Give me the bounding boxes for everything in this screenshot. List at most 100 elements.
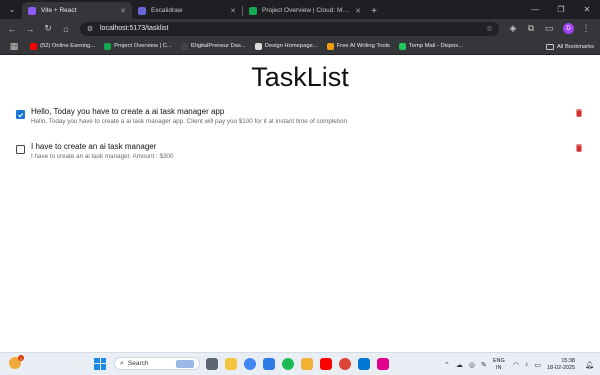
- reload-icon[interactable]: ↻: [40, 21, 56, 37]
- close-window-icon[interactable]: ✕: [574, 5, 600, 14]
- tab-close-icon[interactable]: ✕: [230, 7, 236, 15]
- vscode-icon[interactable]: [358, 357, 370, 370]
- weather-icon[interactable]: 1: [9, 355, 24, 369]
- bookmark-item[interactable]: IDigitalPreneur Das...: [180, 42, 246, 50]
- excalidraw-favicon-icon: [138, 6, 146, 15]
- page-title: TaskList: [251, 62, 349, 92]
- restore-icon[interactable]: ❐: [548, 5, 574, 14]
- task-item: Hello, Today you have to create a ai tas…: [16, 105, 588, 131]
- tab-title: Vite + React: [41, 7, 77, 14]
- youtube-icon[interactable]: [320, 357, 332, 370]
- ai-writing-favicon-icon: [326, 42, 334, 50]
- url-text[interactable]: localhost:5173/tasklist: [100, 25, 486, 32]
- start-icon[interactable]: [94, 357, 106, 370]
- bookmark-item[interactable]: (52) Online Earning...: [30, 42, 96, 50]
- clock[interactable]: 15:38 18-02-2025: [547, 358, 575, 372]
- checkmark-icon: [18, 112, 24, 117]
- task-title: Hello, Today you have to create a ai tas…: [31, 107, 225, 116]
- extensions-puzzle-icon[interactable]: ⧉: [523, 21, 539, 37]
- taskbar-apps: ⌕ Search: [94, 357, 396, 370]
- search-icon: ⌕: [120, 359, 124, 367]
- files-icon[interactable]: [301, 357, 313, 370]
- clock-date: 18-02-2025: [546, 364, 576, 371]
- spotify-icon[interactable]: [282, 357, 294, 370]
- bookmark-star-icon[interactable]: ☆: [486, 24, 493, 33]
- sidebar-icon[interactable]: ▭: [541, 21, 557, 37]
- bookmark-item[interactable]: Project Overview | C...: [104, 42, 172, 50]
- bookmarks-bar: ▦ (52) Online Earning... Project Overvie…: [0, 38, 600, 55]
- volume-icon[interactable]: ♪: [525, 361, 529, 368]
- task-description: Hello, Today you have to create a ai tas…: [31, 118, 347, 125]
- browser-tab-strip: ⌄ Vite + React ✕ Excalidraw ✕ Project Ov…: [0, 0, 600, 19]
- wifi-icon[interactable]: ◠: [513, 361, 519, 369]
- tab-vite-react[interactable]: Vite + React ✕: [22, 2, 132, 19]
- bookmark-label: Temp Mail - Dispos...: [408, 43, 464, 49]
- location-icon[interactable]: ◎: [469, 361, 475, 369]
- bookmark-label: Design Homepage...: [264, 43, 318, 49]
- chevron-up-icon[interactable]: ⌃: [444, 361, 450, 369]
- taskbar-search[interactable]: ⌕ Search: [114, 357, 200, 370]
- chrome-icon[interactable]: [244, 357, 256, 370]
- minimize-icon[interactable]: —: [522, 5, 548, 14]
- page-content: TaskList Hello, Today you have to create…: [0, 56, 600, 352]
- delete-icon[interactable]: [574, 143, 584, 153]
- snipping-tool-icon[interactable]: [377, 357, 389, 370]
- clock-time: 15:38: [561, 357, 576, 364]
- bookmark-label: Project Overview | C...: [114, 43, 172, 49]
- cloud-icon[interactable]: ☁: [456, 361, 463, 369]
- folder-icon: [545, 43, 554, 50]
- extension-icon[interactable]: ◈: [505, 21, 521, 37]
- apps-grid-icon[interactable]: ▦: [6, 38, 22, 54]
- search-highlight-icon: [176, 359, 194, 368]
- bookmark-label: (52) Online Earning...: [40, 43, 96, 49]
- chrome-active-icon[interactable]: [339, 357, 351, 370]
- back-icon[interactable]: ←: [4, 21, 20, 37]
- tab-close-icon[interactable]: ✕: [120, 7, 126, 15]
- windows-taskbar: 1 ⌕ Search ⌃ ☁ ◎ ✎ ENG IN ◠ ♪ ▭ 15:38 18…: [0, 352, 600, 375]
- design-favicon-icon: [254, 42, 262, 50]
- tab-title: Project Overview | Cloud: Mon...: [262, 7, 352, 14]
- bookmark-item[interactable]: Temp Mail - Dispos...: [398, 42, 464, 50]
- site-info-icon[interactable]: ⚙: [86, 25, 94, 33]
- all-bookmarks-label: All Bookmarks: [556, 43, 594, 50]
- tab-project-overview[interactable]: Project Overview | Cloud: Mon... ✕: [243, 2, 367, 19]
- profile-avatar[interactable]: D: [563, 23, 574, 34]
- browser-menu-icon[interactable]: ⋮: [578, 21, 594, 37]
- task-checkbox[interactable]: [16, 110, 25, 119]
- battery-icon[interactable]: ▭: [534, 361, 541, 369]
- task-description: I have to create an ai task manager. Amo…: [31, 153, 174, 160]
- bookmark-item[interactable]: Free AI Writing Tools: [326, 42, 390, 50]
- language-region: IN: [496, 364, 502, 371]
- notifications-bell-icon[interactable]: 🔔︎: [585, 361, 594, 369]
- mongodb-favicon-icon: [104, 42, 112, 50]
- window-controls: — ❐ ✕: [522, 0, 600, 19]
- photos-icon[interactable]: [263, 357, 275, 370]
- vite-favicon-icon: [28, 6, 36, 15]
- bookmark-item[interactable]: Design Homepage...: [254, 42, 318, 50]
- tab-search-icon[interactable]: ⌄: [4, 1, 20, 17]
- forward-icon[interactable]: →: [22, 21, 38, 37]
- pen-icon[interactable]: ✎: [481, 361, 487, 369]
- address-bar[interactable]: ⚙ localhost:5173/tasklist ☆: [80, 21, 499, 36]
- browser-toolbar: ← → ↻ ⌂ ⚙ localhost:5173/tasklist ☆ ◈ ⧉ …: [0, 19, 600, 38]
- youtube-favicon-icon: [30, 42, 37, 50]
- tab-excalidraw[interactable]: Excalidraw ✕: [132, 2, 242, 19]
- file-explorer-icon[interactable]: [225, 357, 237, 370]
- task-checkbox[interactable]: [16, 145, 25, 154]
- task-view-icon[interactable]: [206, 357, 218, 370]
- language-indicator[interactable]: ENG IN: [493, 358, 505, 371]
- tab-close-icon[interactable]: ✕: [355, 7, 361, 15]
- system-tray: ⌃ ☁ ◎ ✎ ENG IN ◠ ♪ ▭ 15:38 18-02-2025 🔔︎: [444, 353, 600, 375]
- tab-title: Excalidraw: [151, 7, 183, 14]
- temp-mail-favicon-icon: [398, 42, 406, 50]
- all-bookmarks-button[interactable]: All Bookmarks: [545, 38, 594, 55]
- new-tab-icon[interactable]: +: [367, 6, 381, 17]
- search-label: Search: [127, 360, 149, 367]
- delete-icon[interactable]: [574, 108, 584, 118]
- task-title: I have to create an ai task manager: [31, 142, 157, 151]
- idigitalpreneur-favicon-icon: [180, 42, 188, 50]
- task-item: I have to create an ai task manager I ha…: [16, 140, 588, 166]
- home-icon[interactable]: ⌂: [58, 21, 74, 37]
- notification-badge: 1: [18, 355, 24, 361]
- bookmark-label: Free AI Writing Tools: [336, 43, 390, 49]
